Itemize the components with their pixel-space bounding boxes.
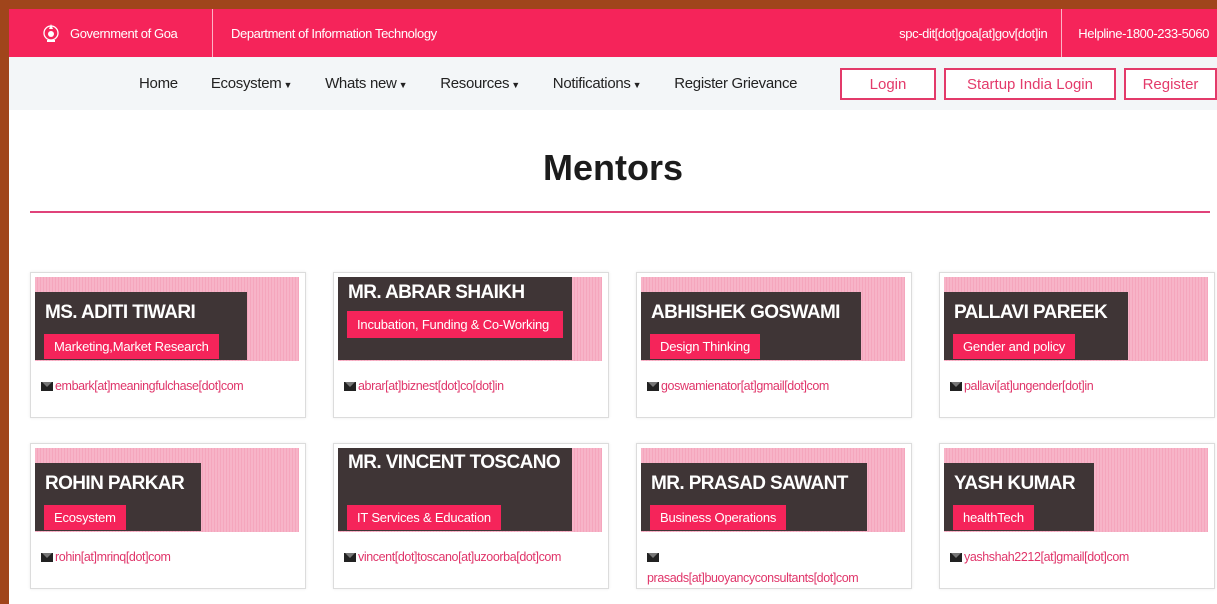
- mentor-email-link[interactable]: pallavi[at]ungender[dot]in: [950, 376, 1094, 397]
- nav-ecosystem-label: Ecosystem: [210, 75, 282, 92]
- nav-ecosystem[interactable]: Ecosystem ▼: [210, 75, 293, 92]
- gov-link[interactable]: Government of Goa: [9, 9, 213, 57]
- mentor-tag: Ecosystem: [44, 505, 126, 530]
- mentor-tag: IT Services & Education: [347, 505, 501, 530]
- mentor-email-link[interactable]: abrar[at]biznest[dot]co[dot]in: [344, 376, 504, 397]
- mentor-email: yashshah2212[at]gmail[dot]com: [964, 550, 1129, 564]
- mentor-card[interactable]: MR. VINCENT TOSCANO IT Services & Educat…: [333, 443, 609, 589]
- contact-email[interactable]: spc-dit[dot]goa[at]gov[dot]in: [899, 9, 1063, 57]
- mentor-card[interactable]: PALLAVI PAREEK Gender and policy pallavi…: [939, 272, 1215, 418]
- mentor-email: pallavi[at]ungender[dot]in: [964, 379, 1094, 393]
- mentor-email-link[interactable]: goswamienator[at]gmail[dot]com: [647, 376, 829, 397]
- mentor-email-link[interactable]: vincent[dot]toscano[at]uzoorba[dot]com: [344, 547, 561, 568]
- mentor-tag: Marketing,Market Research: [44, 334, 219, 359]
- envelope-icon: [41, 382, 53, 391]
- mentor-card[interactable]: MS. ADITI TIWARI Marketing,Market Resear…: [30, 272, 306, 418]
- mentor-email: prasads[at]buoyancyconsultants[dot]com: [647, 571, 859, 585]
- nav-register-grievance-label: Register Grievance: [674, 75, 798, 92]
- envelope-icon: [41, 553, 53, 562]
- nav-notifications-label: Notifications: [552, 75, 631, 92]
- mentor-tag: Incubation, Funding & Co-Working: [347, 311, 563, 338]
- title-divider: [30, 211, 1210, 213]
- mentor-tag: Business Operations: [650, 505, 787, 530]
- mentor-card[interactable]: ROHIN PARKAR Ecosystem rohin[at]mrinq[do…: [30, 443, 306, 589]
- mentor-email: abrar[at]biznest[dot]co[dot]in: [358, 379, 504, 393]
- startup-india-login-button[interactable]: Startup India Login: [944, 68, 1116, 100]
- mentor-email: embark[at]meaningfulchase[dot]com: [55, 379, 244, 393]
- nav-register-grievance[interactable]: Register Grievance: [674, 75, 797, 92]
- emblem-icon: [42, 22, 60, 44]
- envelope-icon: [950, 553, 962, 562]
- nav-whats-new-label: Whats new: [325, 75, 397, 92]
- mentor-email-link[interactable]: rohin[at]mrinq[dot]com: [41, 547, 171, 568]
- nav-whats-new[interactable]: Whats new ▼: [325, 75, 407, 92]
- mentor-card[interactable]: MR. ABRAR SHAIKH Incubation, Funding & C…: [333, 272, 609, 418]
- chevron-down-icon: ▼: [283, 80, 293, 90]
- login-button[interactable]: Login: [840, 68, 936, 100]
- mentor-email: rohin[at]mrinq[dot]com: [55, 550, 171, 564]
- register-button[interactable]: Register: [1124, 68, 1217, 100]
- mentor-card[interactable]: ABHISHEK GOSWAMI Design Thinking goswami…: [636, 272, 912, 418]
- mentor-email-link[interactable]: prasads[at]buoyancyconsultants[dot]com: [647, 547, 897, 589]
- mentor-tag: Design Thinking: [650, 334, 760, 359]
- mentor-email-link[interactable]: embark[at]meaningfulchase[dot]com: [41, 376, 244, 397]
- top-bar: Government of Goa Department of Informat…: [9, 9, 1217, 57]
- chevron-down-icon: ▼: [632, 80, 642, 90]
- main-nav: Home Ecosystem ▼ Whats new ▼ Resources ▼ No…: [9, 57, 1217, 110]
- mentor-tag: healthTech: [953, 505, 1034, 530]
- nav-home[interactable]: Home: [139, 75, 178, 92]
- envelope-icon: [950, 382, 962, 391]
- gov-label: Government of Goa: [70, 25, 178, 41]
- page-title: Mentors: [542, 147, 683, 188]
- mentor-card[interactable]: MR. PRASAD SAWANT Business Operations pr…: [636, 443, 912, 589]
- nav-resources[interactable]: Resources ▼: [440, 75, 520, 92]
- mentor-tag: Gender and policy: [953, 334, 1076, 359]
- page-frame: Government of Goa Department of Informat…: [9, 9, 1217, 604]
- nav-notifications[interactable]: Notifications ▼: [552, 75, 642, 92]
- envelope-icon: [344, 553, 356, 562]
- nav-home-label: Home: [139, 75, 178, 92]
- mentor-email: goswamienator[at]gmail[dot]com: [661, 379, 829, 393]
- dept-label[interactable]: Department of Information Technology: [213, 26, 899, 41]
- mentor-email: vincent[dot]toscano[at]uzoorba[dot]com: [358, 550, 561, 564]
- mentor-email-link[interactable]: yashshah2212[at]gmail[dot]com: [950, 547, 1129, 568]
- envelope-icon: [344, 382, 356, 391]
- mentor-card[interactable]: YASH KUMAR healthTech yashshah2212[at]gm…: [939, 443, 1215, 589]
- helpline: Helpline-1800-233-5060: [1078, 25, 1209, 41]
- envelope-icon: [647, 382, 659, 391]
- chevron-down-icon: ▼: [398, 80, 408, 90]
- envelope-icon: [647, 553, 659, 562]
- chevron-down-icon: ▼: [511, 80, 520, 90]
- nav-resources-label: Resources: [440, 75, 510, 92]
